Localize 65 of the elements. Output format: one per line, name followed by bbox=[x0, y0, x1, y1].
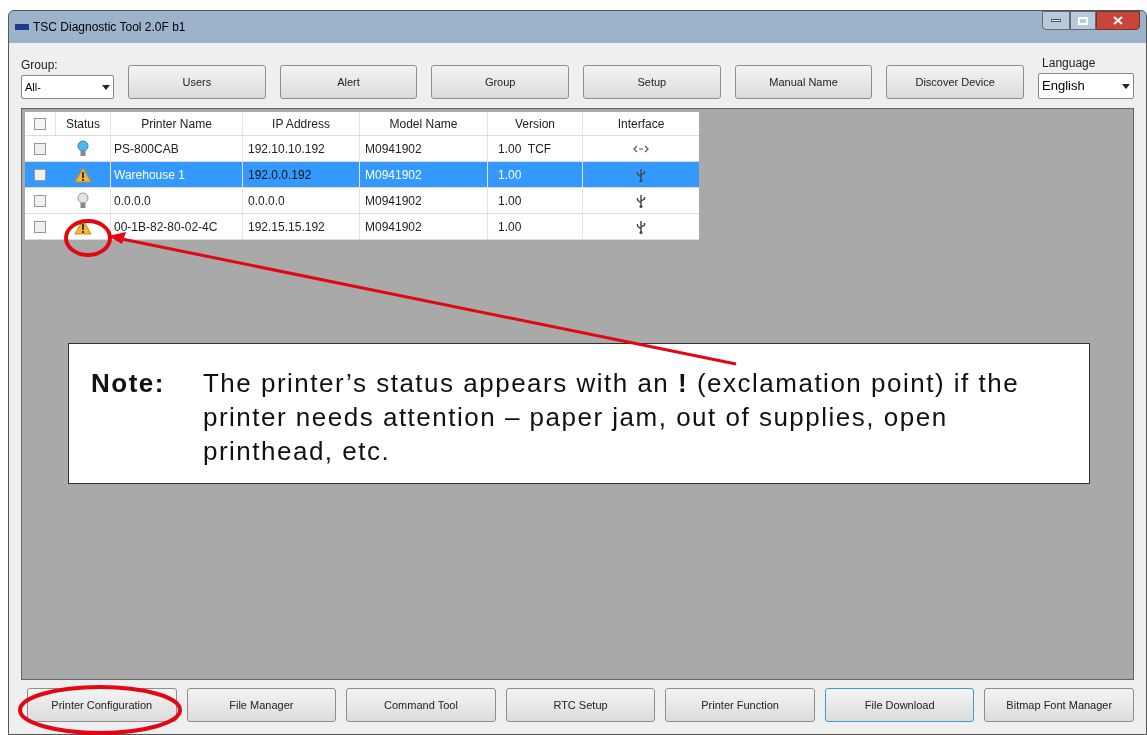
column-header[interactable]: Interface bbox=[582, 112, 699, 135]
minimize-button[interactable] bbox=[1042, 11, 1070, 30]
light-bulb-icon bbox=[76, 192, 89, 209]
highlight-circle bbox=[64, 219, 112, 257]
column-header[interactable]: Model Name bbox=[359, 112, 487, 135]
table-cell-text: PS-800CAB bbox=[114, 140, 179, 158]
toolbar-button[interactable]: Alert bbox=[279, 65, 418, 99]
toolbar-button[interactable]: Manual Name bbox=[734, 65, 873, 99]
table-row[interactable]: 0.0.0.0 0.0.0.0 M0941902 1.00 bbox=[25, 188, 699, 214]
language-label: Language bbox=[1041, 55, 1097, 72]
toolbar-button[interactable]: File Download bbox=[824, 688, 975, 722]
toolbar-button[interactable]: RTC Setup bbox=[505, 688, 656, 722]
table-cell-text: M0941902 bbox=[365, 218, 422, 236]
column-header[interactable]: Printer Name bbox=[110, 112, 242, 135]
select-all-checkbox[interactable] bbox=[34, 117, 46, 130]
table-cell-text: 1.00 bbox=[498, 218, 522, 236]
caret-icon bbox=[1122, 83, 1131, 89]
table-cell-text: M0941902 bbox=[365, 166, 422, 184]
table-row[interactable]: 00-1B-82-80-02-4C 192.15.15.192 M0941902 1.00 bbox=[25, 214, 699, 240]
table-row[interactable]: Warehouse 1 192.0.0.192 M0941902 1.00 bbox=[25, 162, 699, 188]
toolbar-button[interactable]: Users bbox=[128, 65, 266, 99]
column-header[interactable]: IP Address bbox=[242, 112, 359, 135]
toolbar-button[interactable]: Setup bbox=[583, 65, 721, 99]
toolbar-button[interactable]: Command Tool bbox=[346, 688, 496, 722]
usb-icon bbox=[636, 167, 646, 182]
column-header[interactable]: Status bbox=[55, 112, 110, 135]
row-checkbox[interactable] bbox=[34, 194, 46, 207]
table-cell-text: 192.10.10.192 bbox=[248, 140, 325, 158]
table-cell-text: 0.0.0.0 bbox=[248, 192, 285, 210]
row-checkbox[interactable] bbox=[34, 168, 46, 181]
table-cell-text: 192.0.0.192 bbox=[248, 166, 312, 184]
table-cell-text: 1.00 bbox=[498, 192, 522, 210]
table-cell-text: 192.15.15.192 bbox=[248, 218, 325, 236]
toolbar-button[interactable]: Bitmap Font Manager bbox=[984, 688, 1135, 722]
usb-icon bbox=[636, 193, 646, 208]
group-label: Group: bbox=[21, 57, 59, 74]
note-text: The printer’s status appears with an ! (exclamation point) if the printer needs attention – paper jam, out of supplies, open printhead, etc. bbox=[202, 367, 1021, 468]
toolbar-button[interactable]: Printer Function bbox=[665, 688, 815, 722]
table-row[interactable]: PS-800CAB 192.10.10.192 M0941902 1.00 TCF bbox=[25, 136, 699, 162]
toolbar-button[interactable]: Group bbox=[431, 65, 569, 99]
warning-icon bbox=[73, 166, 92, 183]
group-dropdown[interactable]: All- bbox=[21, 75, 114, 99]
usb-icon bbox=[636, 219, 646, 234]
table-cell-text: 0.0.0.0 bbox=[114, 192, 151, 210]
column-header[interactable]: Version bbox=[487, 112, 582, 135]
table-cell-text: 00-1B-82-80-02-4C bbox=[114, 218, 218, 236]
caret-icon bbox=[102, 84, 110, 90]
close-icon bbox=[1113, 16, 1123, 25]
row-checkbox[interactable] bbox=[34, 142, 46, 155]
toolbar-button[interactable]: File Manager bbox=[186, 688, 337, 722]
table-cell-text: 1.00 TCF bbox=[498, 140, 552, 158]
close-button[interactable] bbox=[1096, 11, 1140, 30]
double-arrow-icon bbox=[633, 144, 649, 153]
light-bulb-icon bbox=[76, 140, 89, 157]
table-cell-text: 1.00 bbox=[498, 166, 522, 184]
table-cell-text: Warehouse 1 bbox=[114, 166, 185, 184]
table-cell-text: M0941902 bbox=[365, 140, 422, 158]
maximize-button[interactable] bbox=[1070, 11, 1096, 30]
toolbar-button[interactable]: Discover Device bbox=[886, 65, 1025, 99]
language-dropdown[interactable]: English bbox=[1038, 73, 1135, 99]
row-checkbox[interactable] bbox=[34, 220, 46, 233]
window-title: TSC Diagnostic Tool 2.0F b1 bbox=[33, 19, 186, 36]
table-cell-text: M0941902 bbox=[365, 192, 422, 210]
note-label: Note: bbox=[91, 367, 165, 400]
app-logo-icon bbox=[15, 24, 29, 30]
